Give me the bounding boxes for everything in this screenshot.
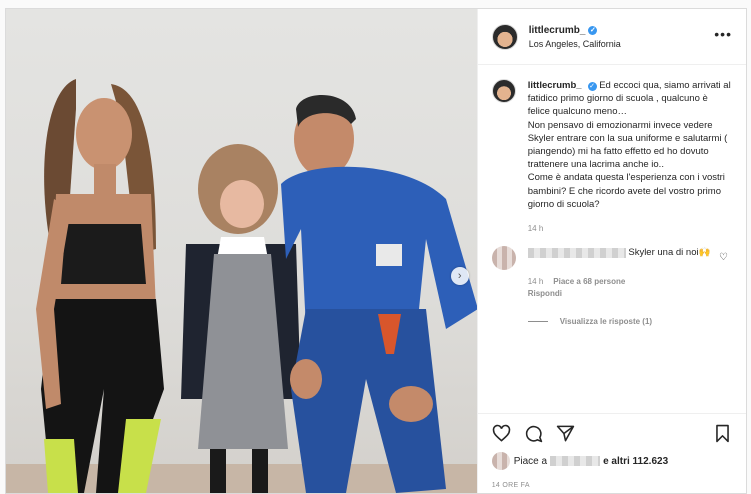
view-replies-label: Visualizza le risposte (1) [559,317,653,327]
post-actions: Piace a e altri 112.623 14 ORE FA [477,413,746,489]
author-info: littlecrumb_ ✓ Los Angeles, California [529,25,621,49]
liker-username-blurred[interactable] [550,456,601,466]
post-header: littlecrumb_ ✓ Los Angeles, California •… [477,9,746,65]
author-avatar[interactable] [491,23,518,50]
comment-bubble-icon[interactable] [524,424,543,443]
likes-summary: Piace a e altri 112.623 [491,452,732,470]
post-photo: › [6,9,477,493]
save-bookmark-icon[interactable] [713,424,732,443]
caption: littlecrumb_ ✓ Ed eccoci qua, siamo arriv… [491,79,732,211]
author-username[interactable]: littlecrumb_ [529,25,586,36]
next-photo-button[interactable]: › [450,267,469,285]
likes-prefix: Piace a [513,455,548,467]
liker-avatar[interactable] [491,452,510,470]
view-replies-button[interactable]: Visualizza le risposte (1) [527,317,732,327]
author-username-row: littlecrumb_ ✓ [529,25,621,36]
caption-text-2: Non pensavo di emozionarmi invece vedere… [527,119,728,171]
comments-section: littlecrumb_ ✓ Ed eccoci qua, siamo arriv… [478,65,746,413]
likes-count[interactable]: e altri 112.623 [603,456,668,467]
caption-text-block: littlecrumb_ ✓ Ed eccoci qua, siamo arriv… [528,79,732,211]
caption-text-3: Come è andata questa l'esperienza con i … [527,172,725,210]
caption-username[interactable]: littlecrumb_ [528,80,582,91]
post-sidebar: littlecrumb_ ✓ Los Angeles, California •… [476,9,746,493]
more-options-icon[interactable]: ••• [714,27,732,41]
comment-text-block: Skyler una di noi🙌 [527,246,723,270]
comment-time: 14 h [527,277,544,287]
commenter-username-blurred[interactable] [527,247,626,258]
caption-verified-icon: ✓ [587,82,597,91]
post-time-ago: 14 ORE FA [491,482,530,489]
post-dialog: › littlecrumb_ ✓ Los Angeles, California… [5,8,747,494]
like-heart-icon[interactable] [492,424,511,443]
comment-likes[interactable]: Piace a 68 persone [553,277,625,286]
comment-like-heart-icon[interactable]: ♡ [719,252,728,263]
caption-avatar[interactable] [491,79,516,103]
verified-badge-icon: ✓ [588,25,598,35]
action-icons [492,414,732,452]
post-location[interactable]: Los Angeles, California [529,39,621,49]
comment-text: Skyler una di noi🙌 [628,247,711,259]
photo-illustration [6,79,477,493]
reply-button[interactable]: Rispondi [528,289,562,298]
comment-meta: 14 h Piace a 68 persone Rispondi [528,276,732,300]
caption-time: 14 h [527,224,544,234]
share-send-icon[interactable] [556,424,575,443]
comment-item: Skyler una di noi🙌 ♡ [491,246,732,271]
replies-divider [527,321,548,323]
commenter-avatar[interactable] [491,246,516,271]
